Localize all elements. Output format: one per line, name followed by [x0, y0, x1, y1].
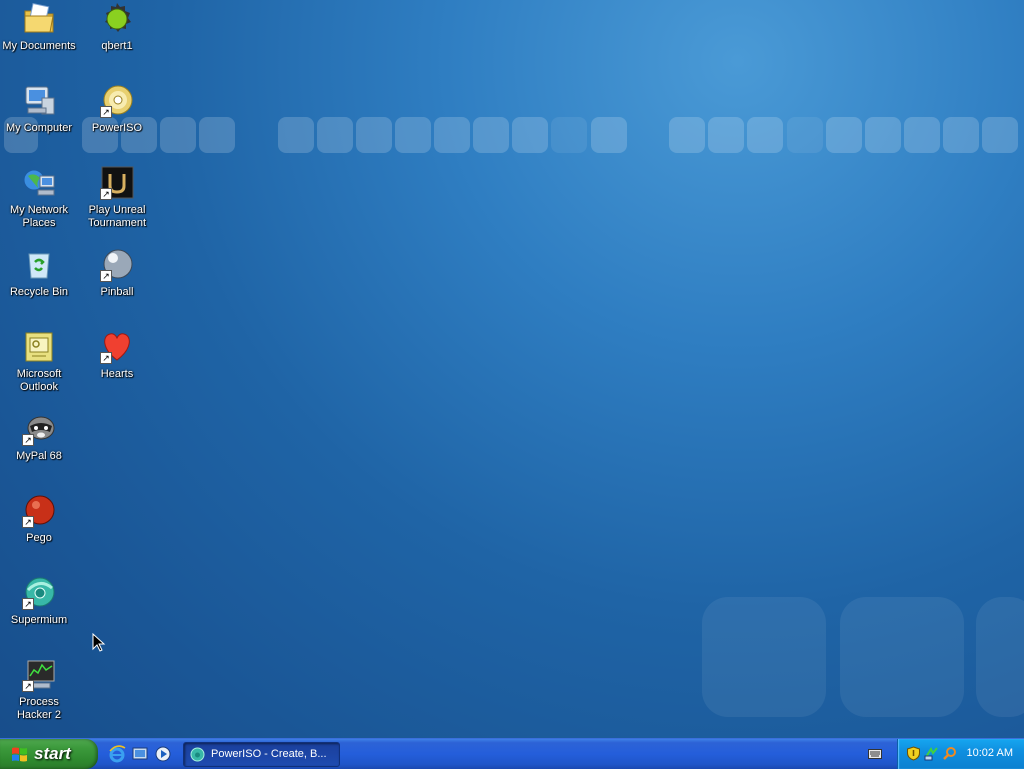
desktop-icon-label: Process Hacker 2	[16, 696, 62, 721]
desktop-icon-process-hacker-2[interactable]: ↗ Process Hacker 2	[0, 658, 78, 736]
desktop-icon-label: Microsoft Outlook	[16, 368, 62, 393]
desktop-icon-label: PowerISO	[91, 122, 143, 134]
background-tile	[840, 597, 964, 717]
desktop-icon-label: Pinball	[100, 286, 134, 298]
background-tile	[865, 117, 901, 153]
desktop-icon-recycle-bin[interactable]: Recycle Bin	[0, 248, 78, 326]
desktop-icon-label: Play Unreal Tournament	[87, 204, 147, 229]
pego-icon: ↗	[22, 494, 56, 528]
desktop-icon-pego[interactable]: ↗ Pego	[0, 494, 78, 572]
supermium-icon	[190, 747, 205, 762]
shortcut-arrow-icon: ↗	[100, 352, 112, 364]
background-tile	[317, 117, 353, 153]
desktop-icon-my-computer[interactable]: My Computer	[0, 84, 78, 162]
desktop-icon-microsoft-outlook[interactable]: Microsoft Outlook	[0, 330, 78, 408]
poweriso-disc-icon: ↗	[100, 84, 134, 118]
shortcut-arrow-icon: ↗	[22, 516, 34, 528]
background-tile	[708, 117, 744, 153]
folder-documents-icon	[22, 2, 56, 36]
background-tile	[702, 597, 826, 717]
internet-explorer-icon[interactable]	[108, 745, 126, 763]
desktop-icon-poweriso[interactable]: ↗ PowerISO	[78, 84, 156, 162]
show-desktop-icon[interactable]	[131, 745, 149, 763]
background-tile	[199, 117, 235, 153]
taskbar-window-label: PowerISO - Create, B...	[211, 748, 327, 760]
qbert-icon	[100, 2, 134, 36]
taskbar: start PowerISO - Create, B... 10:02 AM	[0, 738, 1024, 769]
unreal-tournament-icon: ↗	[100, 166, 134, 200]
background-tile	[356, 117, 392, 153]
start-label: start	[34, 744, 71, 763]
desktop-icon-label: My Network Places	[9, 204, 69, 229]
desktop-icon-my-documents[interactable]: My Documents	[0, 2, 78, 80]
windows-logo-icon	[12, 747, 27, 762]
shortcut-arrow-icon: ↗	[22, 680, 34, 692]
clock[interactable]: 10:02 AM	[967, 747, 1013, 759]
process-hacker-icon: ↗	[22, 658, 56, 692]
taskbar-window-button[interactable]: PowerISO - Create, B...	[183, 742, 340, 767]
shortcut-arrow-icon: ↗	[22, 598, 34, 610]
background-tile	[747, 117, 783, 153]
shortcut-arrow-icon: ↗	[22, 434, 34, 446]
background-tile	[473, 117, 509, 153]
desktop-icon-mypal-68[interactable]: ↗ MyPal 68	[0, 412, 78, 490]
network-places-icon	[22, 166, 56, 200]
background-tile	[669, 117, 705, 153]
background-tile	[278, 117, 314, 153]
shortcut-arrow-icon: ↗	[100, 270, 112, 282]
desktop-icon-label: Hearts	[100, 368, 134, 380]
shortcut-arrow-icon: ↗	[100, 106, 112, 118]
start-button[interactable]: start	[0, 739, 98, 769]
desktop[interactable]: My Documents My Computer My Network Plac…	[0, 0, 1024, 738]
desktop-icon-label: My Computer	[5, 122, 73, 134]
computer-icon	[22, 84, 56, 118]
shortcut-arrow-icon: ↗	[100, 188, 112, 200]
desktop-icon-my-network-places[interactable]: My Network Places	[0, 166, 78, 244]
supermium-icon: ↗	[22, 576, 56, 610]
security-shield-icon[interactable]	[906, 746, 921, 761]
background-tile	[826, 117, 862, 153]
background-tile	[160, 117, 196, 153]
recycle-bin-icon	[22, 248, 56, 282]
network-icon[interactable]	[924, 746, 939, 761]
desktop-icon-pinball[interactable]: ↗ Pinball	[78, 248, 156, 326]
pinball-icon: ↗	[100, 248, 134, 282]
desktop-icon-label: MyPal 68	[16, 450, 62, 462]
background-tile	[591, 117, 627, 153]
desktop-icon-label: My Documents	[2, 40, 76, 52]
background-tile	[551, 117, 587, 153]
desktop-icon-qbert1[interactable]: qbert1	[78, 2, 156, 80]
desktop-icon-supermium[interactable]: ↗ Supermium	[0, 576, 78, 654]
desktop-icon-hearts[interactable]: ↗ Hearts	[78, 330, 156, 408]
background-tile	[943, 117, 979, 153]
background-tile	[395, 117, 431, 153]
background-tile	[787, 117, 823, 153]
desktop-icon-label: qbert1	[101, 40, 133, 52]
hearts-icon: ↗	[100, 330, 134, 364]
background-tile	[904, 117, 940, 153]
search-icon[interactable]	[942, 746, 957, 761]
media-player-icon[interactable]	[154, 745, 172, 763]
desktop-icon-label: Pego	[26, 532, 52, 544]
keyboard-icon[interactable]	[868, 748, 882, 760]
desktop-icon-label: Recycle Bin	[9, 286, 69, 298]
desktop-icon-label: Supermium	[10, 614, 68, 626]
mouse-pointer-icon	[92, 633, 106, 652]
background-tile	[982, 117, 1018, 153]
outlook-icon	[22, 330, 56, 364]
background-tile	[434, 117, 470, 153]
mypal-icon: ↗	[22, 412, 56, 446]
system-tray: 10:02 AM	[897, 739, 1024, 769]
background-tile	[512, 117, 548, 153]
background-tile	[976, 597, 1024, 717]
desktop-icon-play-unreal-tournament[interactable]: ↗ Play Unreal Tournament	[78, 166, 156, 244]
